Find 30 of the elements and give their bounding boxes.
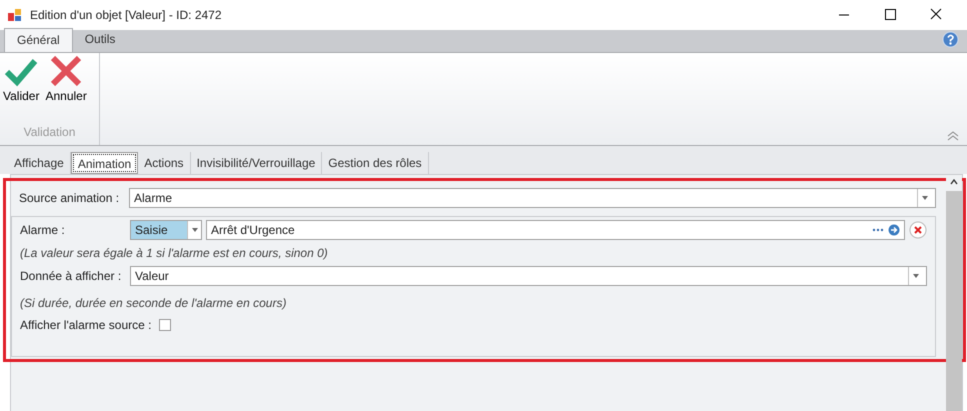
clear-icon[interactable] <box>909 221 927 239</box>
scrollbar[interactable] <box>946 175 962 411</box>
more-icon[interactable] <box>872 227 884 233</box>
field-label: Donnée à afficher : <box>20 268 122 285</box>
hint-text: (La valeur sera égale à 1 si l'alarme est en cours, sinon 0) <box>20 245 329 262</box>
data-dropdown[interactable]: Valeur <box>130 266 927 286</box>
caret-icon <box>922 196 928 200</box>
validate-button[interactable]: Valider <box>0 53 42 107</box>
mode-dropdown[interactable]: Saisie <box>130 220 202 240</box>
checkbox-label: Afficher l'alarme source : <box>20 317 152 334</box>
go-icon[interactable] <box>888 224 900 236</box>
hint-text: (Si durée, durée en seconde de l'alarme en cours) <box>20 295 288 312</box>
app-icon <box>8 8 22 22</box>
cross-icon <box>49 55 84 87</box>
ribbon-tab[interactable]: Général <box>4 28 73 52</box>
alarm-field[interactable]: Arrêt d'Urgence <box>206 220 905 240</box>
caret-icon <box>192 228 198 232</box>
window-title: Edition d'un objet [Valeur] - ID: 2472 <box>30 7 222 24</box>
tab[interactable]: Animation <box>70 152 138 174</box>
scroll-up-icon[interactable] <box>950 178 958 185</box>
field-label: Alarme : <box>20 222 66 239</box>
source-dropdown[interactable]: Alarme <box>129 188 936 208</box>
checkbox[interactable] <box>159 319 172 331</box>
caret-icon <box>912 274 918 278</box>
group-label: Validation <box>22 124 76 141</box>
cancel-button[interactable]: Annuler <box>42 53 90 107</box>
help-icon[interactable] <box>942 31 959 48</box>
ribbon-tab[interactable]: Outils <box>72 26 128 52</box>
field-label: Source animation : <box>19 190 120 207</box>
collapse-icon[interactable] <box>947 131 959 141</box>
